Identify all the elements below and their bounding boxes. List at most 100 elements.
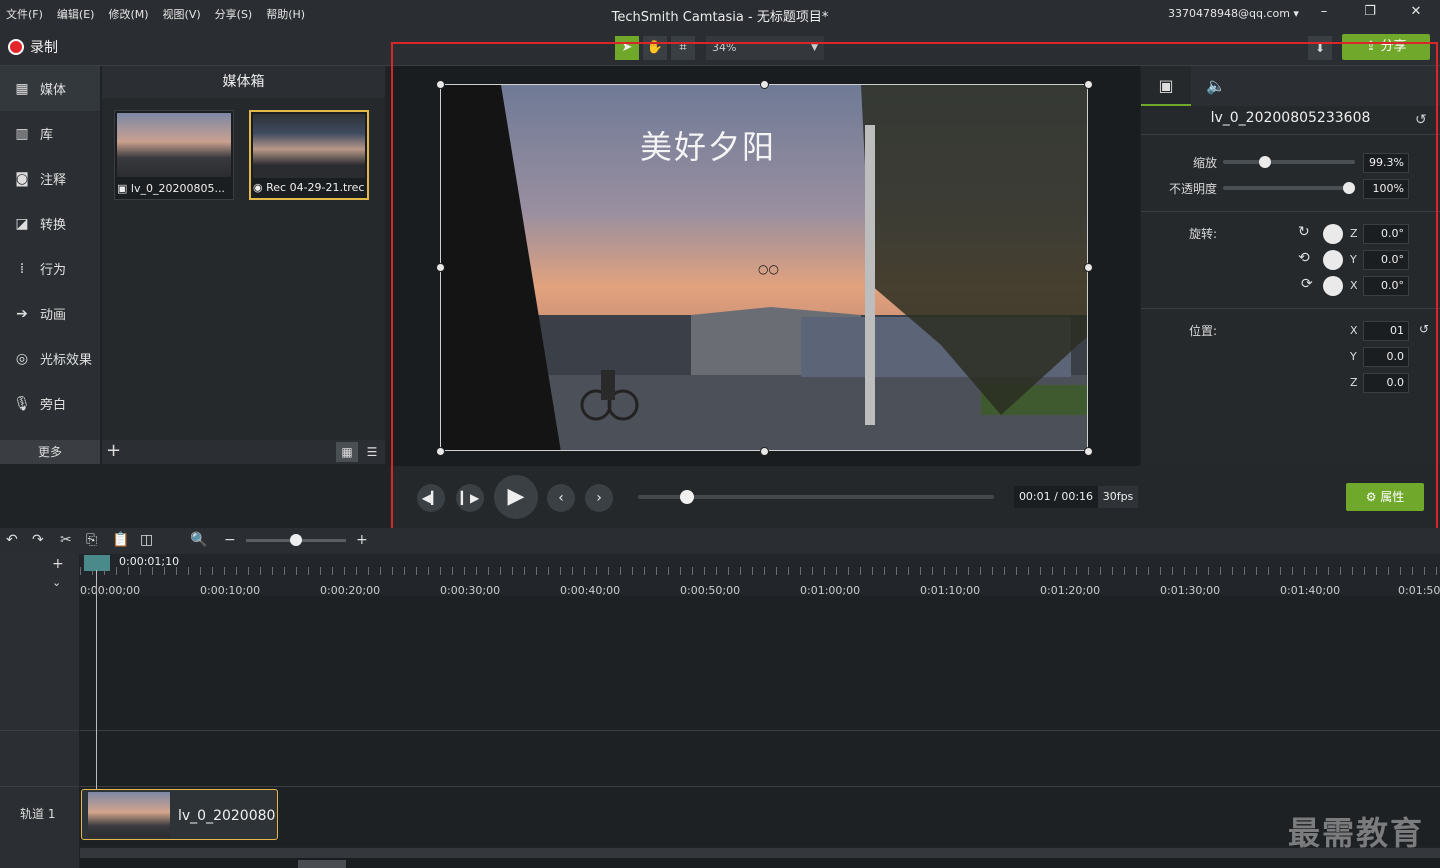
- minimize-button[interactable]: –: [1312, 4, 1336, 24]
- list-view-button[interactable]: ☰: [361, 442, 383, 462]
- opacity-label: 不透明度: [1168, 182, 1217, 196]
- copy-icon[interactable]: ⎘: [86, 532, 97, 548]
- position-z-value[interactable]: 0.0: [1363, 373, 1409, 393]
- menu-file[interactable]: 文件(F): [6, 6, 43, 22]
- rotation-y-value[interactable]: 0.0°: [1363, 250, 1409, 270]
- gear-icon: ⚙: [1365, 490, 1381, 504]
- account-menu[interactable]: 3370478948@qq.com ▾: [1168, 7, 1299, 20]
- select-tool-button[interactable]: ➤: [615, 36, 639, 60]
- timeline-scrollbar-thumb[interactable]: [298, 860, 346, 868]
- opacity-value[interactable]: 100%: [1363, 179, 1409, 199]
- resize-handle[interactable]: [760, 447, 769, 456]
- position-y-value[interactable]: 0.0: [1363, 347, 1409, 367]
- opacity-slider-knob[interactable]: [1343, 182, 1355, 194]
- add-track-icon[interactable]: +: [52, 556, 64, 572]
- pointer-icon: ➤: [621, 40, 633, 55]
- reset-icon[interactable]: ↺: [1415, 112, 1427, 128]
- share-button[interactable]: ⇪ 分享: [1342, 34, 1430, 60]
- resize-handle[interactable]: [1084, 263, 1093, 272]
- rotation-x-value[interactable]: 0.0°: [1363, 276, 1409, 296]
- reset-position-icon[interactable]: ↺: [1419, 322, 1429, 336]
- crop-tool-button[interactable]: ⌗: [671, 36, 695, 60]
- rotation-y-dial[interactable]: [1323, 250, 1343, 270]
- nav-item-behaviors[interactable]: ⁞ 行为: [0, 246, 100, 291]
- nav-item-animations[interactable]: ➔ 动画: [0, 291, 100, 336]
- tab-audio-properties[interactable]: 🔈: [1191, 66, 1241, 106]
- menu-edit[interactable]: 编辑(E): [57, 6, 95, 22]
- grid-view-button[interactable]: ▦: [336, 442, 358, 462]
- divider: [1141, 308, 1440, 309]
- nav-label: 旁白: [40, 398, 67, 413]
- menu-bar: 文件(F) 编辑(E) 修改(M) 视图(V) 分享(S) 帮助(H): [6, 6, 305, 22]
- playhead-time: 0:00:01;10: [119, 555, 180, 568]
- resize-handle[interactable]: [760, 80, 769, 89]
- resize-handle[interactable]: [1084, 447, 1093, 456]
- timeline-tracks[interactable]: [80, 596, 1440, 846]
- more-button[interactable]: 更多: [0, 440, 100, 464]
- redo-icon[interactable]: ↷: [32, 532, 44, 548]
- menu-share[interactable]: 分享(S): [215, 6, 253, 22]
- nav-item-media[interactable]: ▦ 媒体: [0, 66, 100, 111]
- media-item-selected[interactable]: ◉ Rec 04-29-21.trec: [249, 110, 369, 200]
- add-media-button[interactable]: +: [106, 440, 121, 461]
- play-button[interactable]: ▶: [494, 475, 538, 519]
- timeline-zoom-knob[interactable]: [290, 534, 302, 546]
- scale-value[interactable]: 99.3%: [1363, 153, 1409, 173]
- video-overlay-text: 美好夕阳: [640, 128, 777, 166]
- tab-visual-properties[interactable]: ▣: [1141, 66, 1191, 106]
- scale-slider[interactable]: [1223, 160, 1355, 164]
- zoom-out-icon[interactable]: −: [224, 532, 236, 548]
- playhead-handle[interactable]: [84, 555, 110, 571]
- nav-item-library[interactable]: ▥ 库: [0, 111, 100, 156]
- microphone-icon: 🎙: [13, 395, 31, 412]
- nav-label: 动画: [40, 308, 67, 323]
- step-forward-button[interactable]: ▎▶: [456, 484, 484, 512]
- nav-item-voice-narration[interactable]: 🎙 旁白: [0, 381, 100, 426]
- crop-icon: ⌗: [679, 40, 687, 55]
- next-clip-button[interactable]: ›: [585, 484, 613, 512]
- menu-help[interactable]: 帮助(H): [266, 6, 305, 22]
- previous-clip-button[interactable]: ‹: [547, 484, 575, 512]
- menu-modify[interactable]: 修改(M): [108, 6, 148, 22]
- scale-slider-knob[interactable]: [1259, 156, 1271, 168]
- resize-handle[interactable]: [1084, 80, 1093, 89]
- close-button[interactable]: ✕: [1404, 4, 1428, 24]
- restore-button[interactable]: ❐: [1358, 4, 1382, 24]
- zoom-select[interactable]: 34% ▼: [706, 36, 824, 60]
- divider: [0, 730, 79, 731]
- timeline-clip[interactable]: lv_0_2020080: [81, 789, 278, 840]
- properties-button[interactable]: ⚙ 属性: [1346, 483, 1424, 511]
- pan-tool-button[interactable]: ✋: [643, 36, 667, 60]
- zoom-in-icon[interactable]: +: [356, 532, 368, 548]
- media-thumbnail: [253, 114, 365, 178]
- nav-item-cursor-effects[interactable]: ◎ 光标效果: [0, 336, 100, 381]
- rotation-z-dial[interactable]: [1323, 224, 1343, 244]
- opacity-slider[interactable]: [1223, 186, 1355, 190]
- play-icon: ▶: [507, 484, 525, 509]
- rotation-x-dial[interactable]: [1323, 276, 1343, 296]
- resize-handle[interactable]: [436, 447, 445, 456]
- rotate-handle-icon[interactable]: ○○: [758, 262, 779, 276]
- timeline-scrollbar[interactable]: [80, 858, 1440, 868]
- resize-handle[interactable]: [436, 263, 445, 272]
- scale-label: 缩放: [1192, 156, 1217, 170]
- menu-view[interactable]: 视图(V): [163, 6, 201, 22]
- chevron-down-icon[interactable]: ⌄: [52, 576, 61, 589]
- timeline-ruler[interactable]: [80, 554, 1440, 596]
- cut-icon[interactable]: ✂: [60, 532, 72, 548]
- zoom-value: 34%: [712, 41, 737, 54]
- resize-handle[interactable]: [436, 80, 445, 89]
- record-button[interactable]: 录制: [8, 37, 58, 57]
- rotation-z-value[interactable]: 0.0°: [1363, 224, 1409, 244]
- media-item[interactable]: ▣ lv_0_20200805...: [114, 110, 234, 200]
- media-caption: ◉ Rec 04-29-21.trec: [253, 181, 367, 194]
- download-button[interactable]: ⬇: [1308, 36, 1332, 60]
- nav-item-annotations[interactable]: ◙ 注释: [0, 156, 100, 201]
- paste-icon[interactable]: 📋: [112, 532, 129, 548]
- nav-item-transitions[interactable]: ◪ 转换: [0, 201, 100, 246]
- split-icon[interactable]: ◫: [140, 532, 153, 548]
- undo-icon[interactable]: ↶: [6, 532, 18, 548]
- timeline-scrollbar-track[interactable]: [80, 848, 1440, 858]
- position-x-value[interactable]: 01: [1363, 321, 1409, 341]
- step-back-button[interactable]: ◀▎: [417, 484, 445, 512]
